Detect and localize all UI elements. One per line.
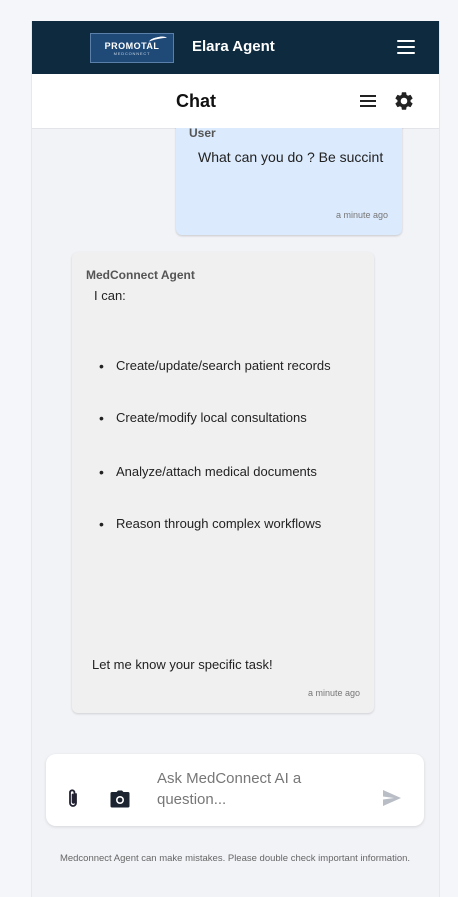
list-item: Create/modify local consultations — [94, 406, 364, 430]
user-message: User What can you do ? Be succint a minu… — [176, 128, 402, 235]
message-composer — [46, 754, 424, 826]
message-text: What can you do ? Be succint — [198, 149, 384, 165]
chat-header: Chat — [32, 74, 439, 129]
agent-message: MedConnect Agent I can: Create/update/se… — [72, 252, 374, 713]
promotal-logo: PROMOTAL MEDCONNECT — [90, 33, 174, 63]
list-item: Create/update/search patient records — [94, 354, 364, 378]
hamburger-menu-icon[interactable] — [397, 40, 415, 54]
list-item: Reason through complex workflows — [94, 512, 364, 536]
capability-list: Create/update/search patient records Cre… — [94, 354, 364, 536]
message-list[interactable]: User What can you do ? Be succint a minu… — [32, 128, 439, 728]
paperclip-icon[interactable] — [66, 788, 80, 810]
app-frame: PROMOTAL MEDCONNECT Elara Agent Chat Use… — [31, 21, 440, 897]
message-closing: Let me know your specific task! — [92, 657, 273, 672]
app-title: Elara Agent — [192, 38, 275, 55]
composer-area: Medconnect Agent can make mistakes. Plea… — [32, 728, 439, 897]
message-intro: I can: — [94, 288, 126, 303]
list-icon[interactable] — [360, 95, 376, 107]
send-icon[interactable] — [382, 789, 402, 807]
message-sender: User — [189, 128, 216, 140]
list-item: Analyze/attach medical documents — [94, 460, 364, 484]
camera-icon[interactable] — [110, 790, 130, 808]
message-timestamp: a minute ago — [307, 688, 360, 698]
page-title: Chat — [176, 91, 216, 111]
disclaimer-text: Medconnect Agent can make mistakes. Plea… — [59, 853, 411, 864]
logo-subtext: MEDCONNECT — [113, 50, 151, 56]
message-timestamp: a minute ago — [335, 210, 388, 220]
message-input[interactable] — [157, 768, 357, 814]
top-app-bar: PROMOTAL MEDCONNECT Elara Agent — [32, 21, 439, 74]
gear-icon[interactable] — [393, 90, 415, 112]
message-sender: MedConnect Agent — [86, 268, 195, 282]
